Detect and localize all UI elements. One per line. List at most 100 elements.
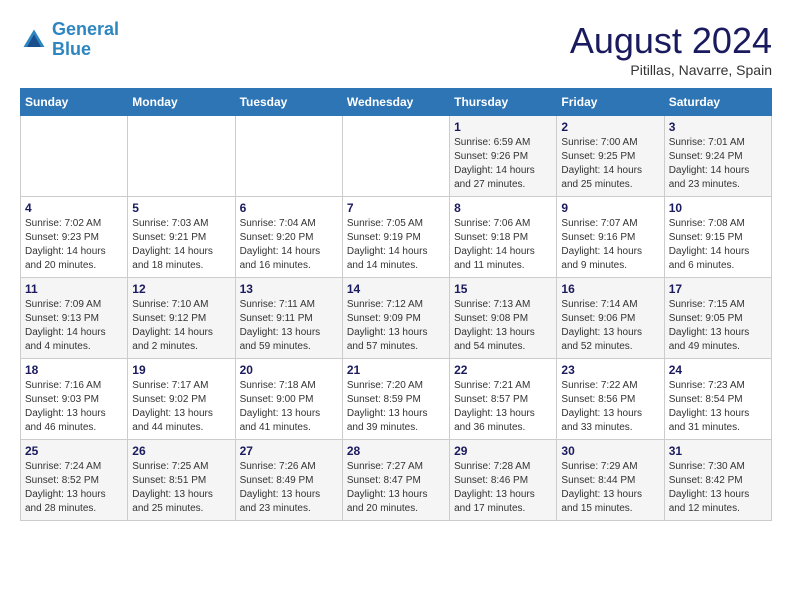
- day-info-16: Sunrise: 7:14 AM Sunset: 9:06 PM Dayligh…: [561, 298, 659, 354]
- day-info-3: Sunrise: 7:01 AM Sunset: 9:24 PM Dayligh…: [669, 136, 767, 192]
- day-cell-20: 20 Sunrise: 7:18 AM Sunset: 9:00 PM Dayli…: [235, 359, 342, 440]
- day-number-5: 5: [132, 201, 230, 215]
- day-info-20: Sunrise: 7:18 AM Sunset: 9:00 PM Dayligh…: [240, 379, 338, 435]
- day-number-8: 8: [454, 201, 552, 215]
- day-info-13: Sunrise: 7:11 AM Sunset: 9:11 PM Dayligh…: [240, 298, 338, 354]
- day-header-tuesday: Tuesday: [235, 89, 342, 116]
- day-info-15: Sunrise: 7:13 AM Sunset: 9:08 PM Dayligh…: [454, 298, 552, 354]
- day-number-26: 26: [132, 444, 230, 458]
- day-number-16: 16: [561, 282, 659, 296]
- day-cell-27: 27Sunrise: 7:26 AM Sunset: 8:49 PM Dayli…: [235, 440, 342, 521]
- day-info-23: Sunrise: 7:22 AM Sunset: 8:56 PM Dayligh…: [561, 379, 659, 435]
- day-number-15: 15: [454, 282, 552, 296]
- day-number-2: 2: [561, 120, 659, 134]
- day-number-18: 18: [25, 363, 123, 377]
- day-info-12: Sunrise: 7:10 AM Sunset: 9:12 PM Dayligh…: [132, 298, 230, 354]
- day-number-30: 30: [561, 444, 659, 458]
- day-number-31: 31: [669, 444, 767, 458]
- day-cell-13: 13 Sunrise: 7:11 AM Sunset: 9:11 PM Dayli…: [235, 278, 342, 359]
- logo-blue: Blue: [52, 39, 91, 59]
- day-info-18: Sunrise: 7:16 AM Sunset: 9:03 PM Dayligh…: [25, 379, 123, 435]
- logo-icon: [20, 26, 48, 54]
- day-info-8: Sunrise: 7:06 AM Sunset: 9:18 PM Dayligh…: [454, 217, 552, 273]
- day-info-26: Sunrise: 7:25 AM Sunset: 8:51 PM Dayligh…: [132, 460, 230, 516]
- day-number-9: 9: [561, 201, 659, 215]
- empty-cell: [342, 116, 449, 197]
- day-number-14: 14: [347, 282, 445, 296]
- day-number-29: 29: [454, 444, 552, 458]
- day-cell-15: 15 Sunrise: 7:13 AM Sunset: 9:08 PM Dayli…: [450, 278, 557, 359]
- day-info-14: Sunrise: 7:12 AM Sunset: 9:09 PM Dayligh…: [347, 298, 445, 354]
- day-header-wednesday: Wednesday: [342, 89, 449, 116]
- day-cell-18: 18 Sunrise: 7:16 AM Sunset: 9:03 PM Dayli…: [21, 359, 128, 440]
- day-cell-2: 2 Sunrise: 7:00 AM Sunset: 9:25 PM Daylig…: [557, 116, 664, 197]
- day-info-11: Sunrise: 7:09 AM Sunset: 9:13 PM Dayligh…: [25, 298, 123, 354]
- day-cell-8: 8 Sunrise: 7:06 AM Sunset: 9:18 PM Daylig…: [450, 197, 557, 278]
- logo-general: General: [52, 19, 119, 39]
- day-number-10: 10: [669, 201, 767, 215]
- day-number-20: 20: [240, 363, 338, 377]
- day-header-thursday: Thursday: [450, 89, 557, 116]
- day-cell-29: 29 Sunrise: 7:28 AM Sunset: 8:46 PM Dayli…: [450, 440, 557, 521]
- day-info-1: Sunrise: 6:59 AM Sunset: 9:26 PM Dayligh…: [454, 136, 552, 192]
- week-row-4: 18 Sunrise: 7:16 AM Sunset: 9:03 PM Dayli…: [21, 359, 772, 440]
- day-info-5: Sunrise: 7:03 AM Sunset: 9:21 PM Dayligh…: [132, 217, 230, 273]
- day-info-2: Sunrise: 7:00 AM Sunset: 9:25 PM Dayligh…: [561, 136, 659, 192]
- logo: General Blue: [20, 20, 119, 60]
- day-number-13: 13: [240, 282, 338, 296]
- day-info-29: Sunrise: 7:28 AM Sunset: 8:46 PM Dayligh…: [454, 460, 552, 516]
- day-number-7: 7: [347, 201, 445, 215]
- day-number-24: 24: [669, 363, 767, 377]
- day-cell-14: 14 Sunrise: 7:12 AM Sunset: 9:09 PM Dayli…: [342, 278, 449, 359]
- day-info-9: Sunrise: 7:07 AM Sunset: 9:16 PM Dayligh…: [561, 217, 659, 273]
- day-info-10: Sunrise: 7:08 AM Sunset: 9:15 PM Dayligh…: [669, 217, 767, 273]
- day-cell-22: 22 Sunrise: 7:21 AM Sunset: 8:57 PM Dayli…: [450, 359, 557, 440]
- week-row-3: 11Sunrise: 7:09 AM Sunset: 9:13 PM Dayli…: [21, 278, 772, 359]
- day-info-21: Sunrise: 7:20 AM Sunset: 8:59 PM Dayligh…: [347, 379, 445, 435]
- day-cell-23: 23 Sunrise: 7:22 AM Sunset: 8:56 PM Dayli…: [557, 359, 664, 440]
- day-cell-30: 30Sunrise: 7:29 AM Sunset: 8:44 PM Dayli…: [557, 440, 664, 521]
- day-cell-16: 16 Sunrise: 7:14 AM Sunset: 9:06 PM Dayli…: [557, 278, 664, 359]
- day-number-19: 19: [132, 363, 230, 377]
- day-info-25: Sunrise: 7:24 AM Sunset: 8:52 PM Dayligh…: [25, 460, 123, 516]
- day-cell-7: 7Sunrise: 7:05 AM Sunset: 9:19 PM Daylig…: [342, 197, 449, 278]
- day-header-monday: Monday: [128, 89, 235, 116]
- day-header-friday: Friday: [557, 89, 664, 116]
- day-cell-9: 9 Sunrise: 7:07 AM Sunset: 9:16 PM Daylig…: [557, 197, 664, 278]
- day-number-28: 28: [347, 444, 445, 458]
- day-header-row: SundayMondayTuesdayWednesdayThursdayFrid…: [21, 89, 772, 116]
- day-info-22: Sunrise: 7:21 AM Sunset: 8:57 PM Dayligh…: [454, 379, 552, 435]
- day-number-1: 1: [454, 120, 552, 134]
- week-row-1: 1 Sunrise: 6:59 AM Sunset: 9:26 PM Daylig…: [21, 116, 772, 197]
- day-cell-24: 24Sunrise: 7:23 AM Sunset: 8:54 PM Dayli…: [664, 359, 771, 440]
- week-row-2: 4 Sunrise: 7:02 AM Sunset: 9:23 PM Daylig…: [21, 197, 772, 278]
- calendar-table: SundayMondayTuesdayWednesdayThursdayFrid…: [20, 88, 772, 521]
- day-number-3: 3: [669, 120, 767, 134]
- day-header-sunday: Sunday: [21, 89, 128, 116]
- day-cell-28: 28Sunrise: 7:27 AM Sunset: 8:47 PM Dayli…: [342, 440, 449, 521]
- calendar-body: 1 Sunrise: 6:59 AM Sunset: 9:26 PM Daylig…: [21, 116, 772, 521]
- day-cell-3: 3 Sunrise: 7:01 AM Sunset: 9:24 PM Daylig…: [664, 116, 771, 197]
- day-info-6: Sunrise: 7:04 AM Sunset: 9:20 PM Dayligh…: [240, 217, 338, 273]
- day-cell-26: 26 Sunrise: 7:25 AM Sunset: 8:51 PM Dayli…: [128, 440, 235, 521]
- empty-cell: [128, 116, 235, 197]
- calendar-subtitle: Pitillas, Navarre, Spain: [570, 62, 772, 78]
- day-header-saturday: Saturday: [664, 89, 771, 116]
- page-header: General Blue August 2024 Pitillas, Navar…: [20, 20, 772, 78]
- day-number-23: 23: [561, 363, 659, 377]
- day-number-6: 6: [240, 201, 338, 215]
- day-number-27: 27: [240, 444, 338, 458]
- day-info-4: Sunrise: 7:02 AM Sunset: 9:23 PM Dayligh…: [25, 217, 123, 273]
- day-cell-31: 31Sunrise: 7:30 AM Sunset: 8:42 PM Dayli…: [664, 440, 771, 521]
- day-cell-6: 6 Sunrise: 7:04 AM Sunset: 9:20 PM Daylig…: [235, 197, 342, 278]
- calendar-title: August 2024: [570, 20, 772, 62]
- day-number-4: 4: [25, 201, 123, 215]
- day-number-17: 17: [669, 282, 767, 296]
- day-number-21: 21: [347, 363, 445, 377]
- empty-cell: [235, 116, 342, 197]
- day-cell-12: 12Sunrise: 7:10 AM Sunset: 9:12 PM Dayli…: [128, 278, 235, 359]
- day-number-22: 22: [454, 363, 552, 377]
- day-cell-17: 17Sunrise: 7:15 AM Sunset: 9:05 PM Dayli…: [664, 278, 771, 359]
- day-cell-21: 21 Sunrise: 7:20 AM Sunset: 8:59 PM Dayli…: [342, 359, 449, 440]
- empty-cell: [21, 116, 128, 197]
